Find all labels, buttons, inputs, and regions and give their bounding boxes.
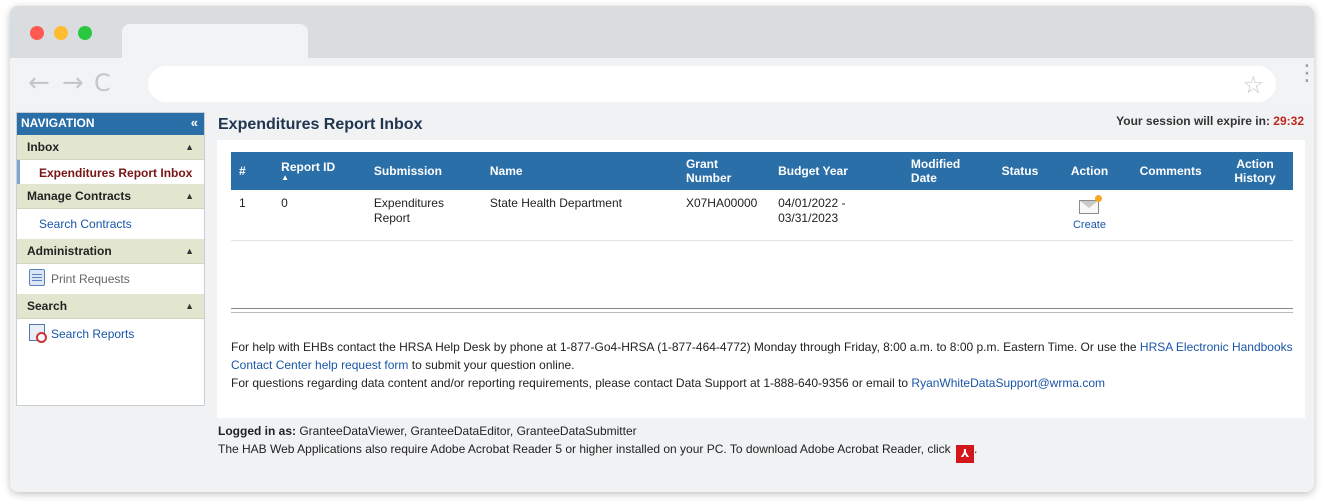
column-header-action-history: Action History <box>1217 152 1293 190</box>
document-icon <box>29 269 45 286</box>
page-title: Expenditures Report Inbox <box>218 116 423 133</box>
section-label: Inbox <box>27 140 59 154</box>
cell-number: 1 <box>231 190 274 241</box>
column-header-report-id[interactable]: Report ID ▲ <box>273 152 366 190</box>
table-row: 1 0 Expenditures Report State Health Dep… <box>231 190 1293 241</box>
column-header-number: # <box>231 152 274 190</box>
minimize-window-button[interactable] <box>54 26 68 40</box>
sidebar-item-search-contracts[interactable]: Search Contracts <box>17 209 204 239</box>
column-header-status[interactable]: Status <box>993 152 1055 190</box>
acrobat-notice-end: . <box>974 442 978 456</box>
sidebar-item-label: Print Requests <box>51 272 130 286</box>
column-header-action: Action <box>1054 152 1125 190</box>
help-line1-end: to submit your question online. <box>408 358 575 372</box>
section-inbox[interactable]: Inbox ▲ <box>17 135 204 160</box>
maximize-window-button[interactable] <box>78 26 92 40</box>
create-link[interactable]: Create <box>1063 218 1117 233</box>
section-label: Administration <box>27 244 112 258</box>
cell-action-history <box>1217 190 1293 241</box>
adobe-pdf-icon[interactable]: ⅄ <box>956 445 975 463</box>
header-label: Report ID <box>281 160 336 174</box>
cell-submission: Expenditures Report <box>365 190 482 241</box>
title-bar <box>10 6 1314 58</box>
divider <box>231 308 1293 313</box>
navigation-sidebar: NAVIGATION « Inbox ▲ Expenditures Report… <box>16 112 205 406</box>
toolbar: ← → C ☆ ⋮ <box>10 58 1314 110</box>
column-header-submission[interactable]: Submission <box>365 152 482 190</box>
sidebar-item-expenditures-report-inbox[interactable]: Expenditures Report Inbox <box>17 160 204 184</box>
cell-name: State Health Department <box>481 190 678 241</box>
sidebar-item-search-reports[interactable]: Search Reports <box>17 319 204 349</box>
cell-action: Create <box>1054 190 1125 241</box>
data-support-email-link[interactable]: RyanWhiteDataSupport@wrma.com <box>911 376 1105 390</box>
cell-comments <box>1124 190 1218 241</box>
page-footer: Logged in as: GranteeDataViewer, Grantee… <box>218 422 977 463</box>
column-header-budget-year[interactable]: Budget Year <box>770 152 903 190</box>
menu-kebab-icon[interactable]: ⋮ <box>1296 63 1314 85</box>
session-label: Your session will expire in: <box>1116 114 1274 128</box>
close-window-button[interactable] <box>30 26 44 40</box>
sidebar-item-print-requests[interactable]: Print Requests <box>17 264 204 294</box>
acrobat-notice: The HAB Web Applications also require Ad… <box>218 442 955 456</box>
section-search[interactable]: Search ▲ <box>17 294 204 319</box>
cell-modified-date <box>902 190 994 241</box>
navigation-header: NAVIGATION « <box>17 113 204 135</box>
browser-window: ← → C ☆ ⋮ NAVIGATION « Inbox ▲ Expenditu… <box>10 6 1314 492</box>
logged-in-roles: GranteeDataViewer, GranteeDataEditor, Gr… <box>296 424 637 438</box>
section-manage-contracts[interactable]: Manage Contracts ▲ <box>17 184 204 209</box>
sidebar-item-label: Search Reports <box>51 327 135 341</box>
cell-report-id: 0 <box>273 190 366 241</box>
section-administration[interactable]: Administration ▲ <box>17 239 204 264</box>
column-header-comments: Comments <box>1124 152 1218 190</box>
caret-up-icon[interactable]: ▲ <box>185 135 194 159</box>
address-bar[interactable]: ☆ <box>148 66 1276 102</box>
collapse-icon[interactable]: « <box>191 113 198 133</box>
reports-table: # Report ID ▲ Submission Name Grant Numb… <box>231 152 1293 241</box>
cell-status <box>993 190 1055 241</box>
page-content: NAVIGATION « Inbox ▲ Expenditures Report… <box>10 110 1314 492</box>
column-header-modified-date[interactable]: Modified Date <box>902 152 994 190</box>
create-envelope-icon[interactable] <box>1079 195 1103 214</box>
navigation-title: NAVIGATION <box>21 116 95 130</box>
browser-tab[interactable] <box>122 24 308 58</box>
session-countdown: 29:32 <box>1273 114 1304 128</box>
caret-up-icon[interactable]: ▲ <box>185 184 194 208</box>
caret-up-icon[interactable]: ▲ <box>185 294 194 318</box>
bookmark-star-icon[interactable]: ☆ <box>1242 71 1264 99</box>
forward-arrow-icon[interactable]: → <box>62 70 84 96</box>
reload-icon[interactable]: C <box>94 70 111 96</box>
table-header-row: # Report ID ▲ Submission Name Grant Numb… <box>231 152 1293 190</box>
back-arrow-icon[interactable]: ← <box>28 70 50 96</box>
section-label: Manage Contracts <box>27 189 132 203</box>
section-label: Search <box>27 299 68 313</box>
inbox-panel: # Report ID ▲ Submission Name Grant Numb… <box>217 140 1305 418</box>
cell-grant-number: X07HA00000 <box>677 190 771 241</box>
help-text: For help with EHBs contact the HRSA Help… <box>231 338 1301 392</box>
column-header-name[interactable]: Name <box>481 152 678 190</box>
caret-up-icon[interactable]: ▲ <box>185 239 194 263</box>
help-line1-text: For help with EHBs contact the HRSA Help… <box>231 340 1140 354</box>
session-timer: Your session will expire in: 29:32 <box>1116 114 1304 128</box>
logged-in-label: Logged in as: <box>218 424 296 438</box>
cell-budget-year: 04/01/2022 - 03/31/2023 <box>770 190 903 241</box>
sort-ascending-icon[interactable]: ▲ <box>281 174 358 182</box>
help-line2-text: For questions regarding data content and… <box>231 376 912 390</box>
search-report-icon <box>29 324 47 343</box>
column-header-grant-number[interactable]: Grant Number <box>677 152 771 190</box>
